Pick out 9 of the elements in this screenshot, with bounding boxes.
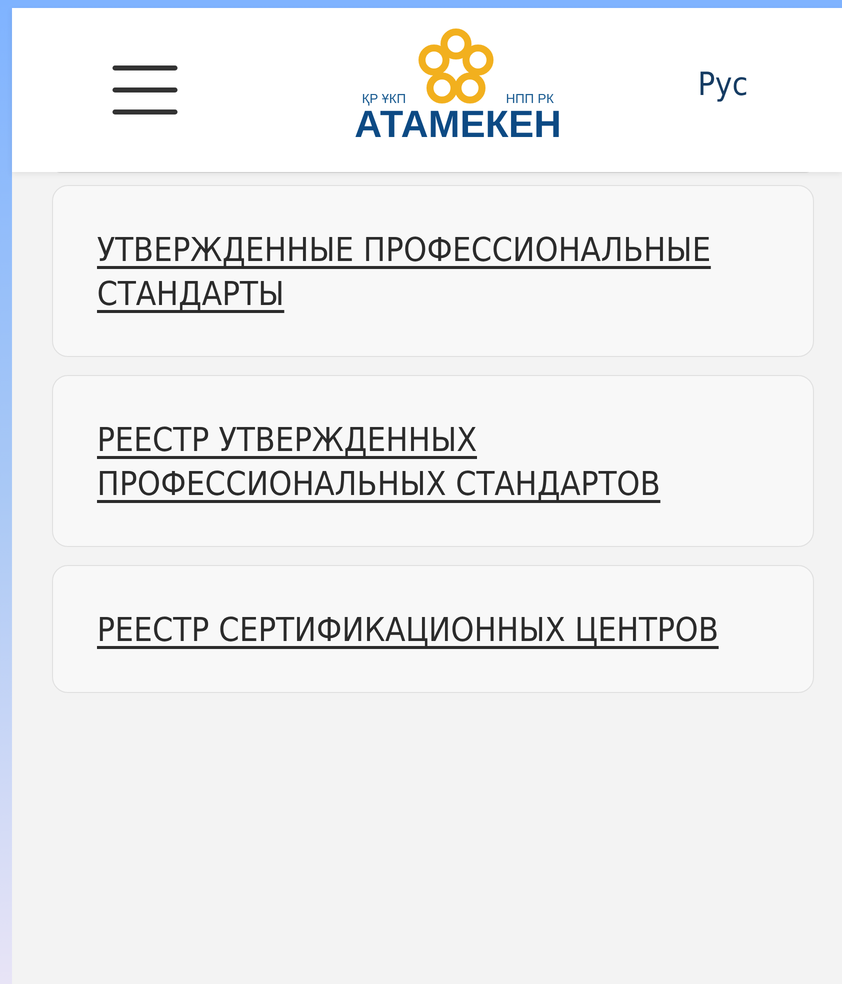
- language-link[interactable]: Рус: [698, 65, 748, 103]
- section-link[interactable]: УТВЕРЖДЕННЫЕ ПРОФЕССИОНАЛЬНЫЕ СТАНДАРТЫ: [97, 228, 737, 316]
- section-link[interactable]: РЕЕСТР УТВЕРЖДЕННЫХ ПРОФЕССИОНАЛЬНЫХ СТАНДАРТОВ: [97, 418, 737, 506]
- logo-name: АТАМЕКЕН: [354, 106, 562, 144]
- logo-caption: НПП РК: [506, 91, 554, 106]
- menu-button[interactable]: [112, 63, 178, 117]
- logo-caption: ҚР ҰКП: [362, 91, 406, 106]
- section-link[interactable]: РЕЕСТР СЕРТИФИКАЦИОННЫХ ЦЕНТРОВ: [97, 608, 719, 652]
- menu-icon: [112, 63, 178, 117]
